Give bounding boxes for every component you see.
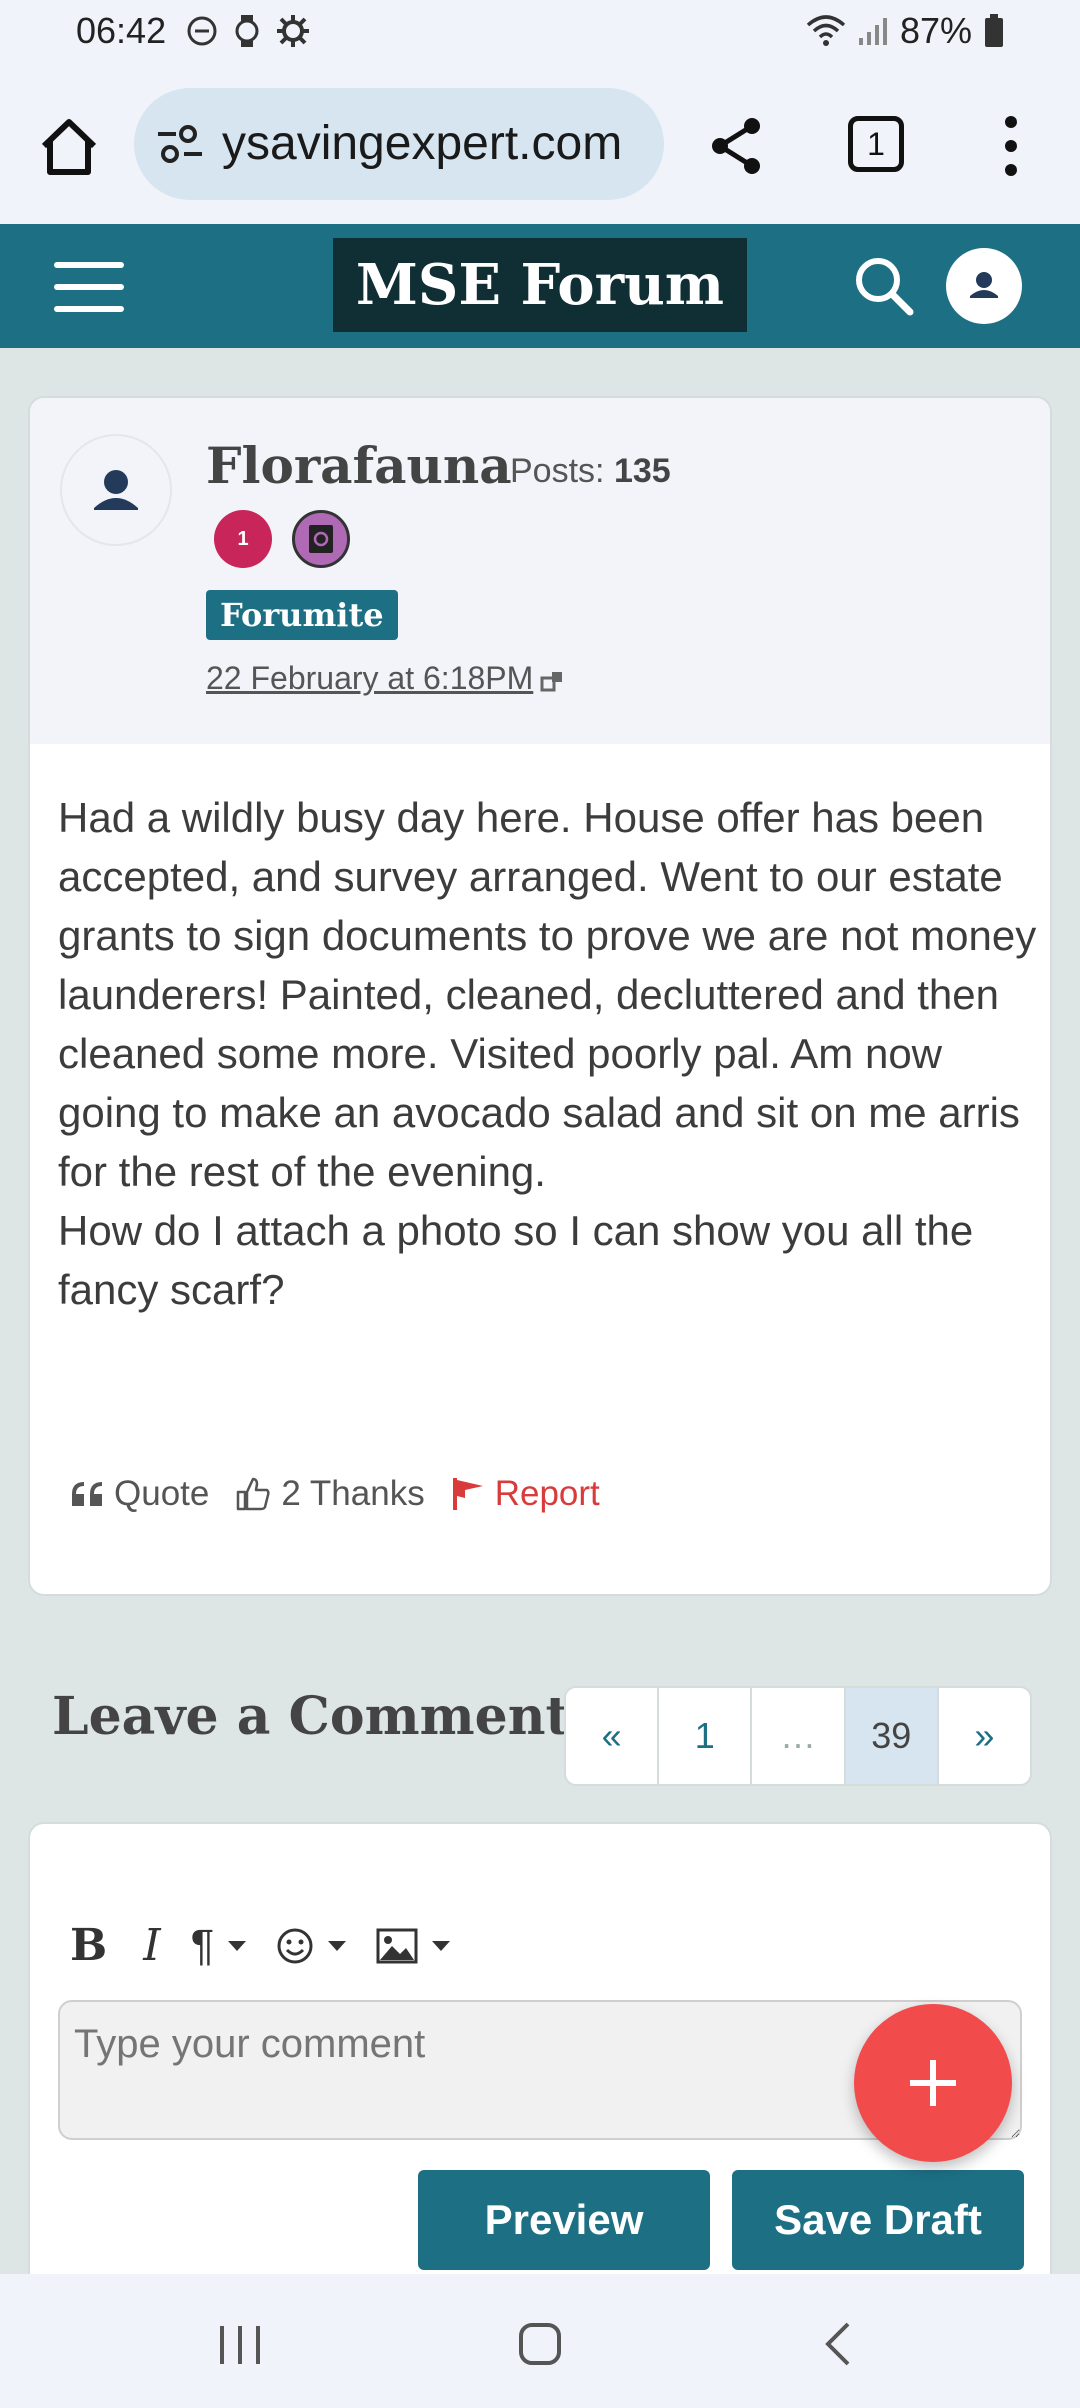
editor-toolbar: B I ¶ xyxy=(70,1920,451,1971)
post-actions: Quote 2 Thanks Report xyxy=(70,1474,600,1514)
rank-tag: Forumite xyxy=(206,590,398,640)
bold-button[interactable]: B xyxy=(70,1920,107,1971)
post-body: Had a wildly busy day here. House offer … xyxy=(58,788,1048,1319)
home-nav-icon[interactable] xyxy=(510,2314,570,2374)
battery-percent: 87% xyxy=(899,10,972,51)
pager-next[interactable]: » xyxy=(939,1688,1030,1784)
post-header: Florafauna Posts: 135 1 Forumite 22 Febr… xyxy=(30,398,1050,744)
user-icon xyxy=(970,272,998,298)
quote-icon xyxy=(72,1482,102,1506)
contact-book-badge-icon[interactable] xyxy=(292,510,350,568)
thanks-button[interactable]: 2 Thanks xyxy=(235,1474,425,1514)
forum-post: Florafauna Posts: 135 1 Forumite 22 Febr… xyxy=(28,396,1052,1596)
post-paragraph: How do I attach a photo so I can show yo… xyxy=(58,1207,974,1313)
chevron-down-icon xyxy=(432,1940,451,1951)
do-not-disturb-icon xyxy=(187,16,217,46)
post-paragraph: Had a wildly busy day here. House offer … xyxy=(58,794,1037,1195)
status-right: 87% xyxy=(806,10,1004,52)
home-icon[interactable] xyxy=(36,114,102,180)
post-date: 22 February at 6:18PM xyxy=(206,660,534,696)
more-menu-icon[interactable] xyxy=(996,114,1026,178)
chevron-down-icon xyxy=(228,1940,247,1951)
site-header: MSE Forum xyxy=(0,224,1080,348)
plus-icon xyxy=(910,2060,956,2106)
share-icon[interactable] xyxy=(706,116,766,176)
chevron-down-icon xyxy=(328,1940,347,1951)
preview-button[interactable]: Preview xyxy=(418,2170,710,2270)
pager-prev[interactable]: « xyxy=(566,1688,660,1784)
paragraph-icon: ¶ xyxy=(190,1920,215,1970)
thanks-label: 2 Thanks xyxy=(281,1474,425,1513)
save-draft-button[interactable]: Save Draft xyxy=(732,2170,1024,2270)
leave-comment-heading: Leave a Comment xyxy=(52,1686,570,1747)
quote-label: Quote xyxy=(114,1474,210,1513)
system-navigation-bar xyxy=(0,2274,1080,2408)
report-button[interactable]: Report xyxy=(451,1474,600,1514)
url-bar[interactable]: ysavingexpert.com xyxy=(134,88,664,200)
insert-image-button[interactable] xyxy=(376,1928,451,1964)
status-bar: 06:42 87% xyxy=(0,0,1080,64)
emoji-icon xyxy=(277,1928,313,1963)
emoji-button[interactable] xyxy=(276,1927,347,1965)
site-settings-icon[interactable] xyxy=(156,124,204,164)
permalink-icon xyxy=(540,671,563,692)
posts-label: Posts: xyxy=(510,452,605,490)
wifi-icon xyxy=(806,15,846,46)
status-notification-icons xyxy=(186,14,310,48)
tab-switcher-button[interactable]: 1 xyxy=(848,116,904,172)
pagination: « 1 … 39 » xyxy=(564,1686,1032,1786)
posts-count: 135 xyxy=(613,452,671,490)
user-account-button[interactable] xyxy=(946,248,1022,324)
quote-button[interactable]: Quote xyxy=(70,1474,209,1514)
watch-icon xyxy=(235,15,259,47)
status-time: 06:42 xyxy=(76,10,167,51)
pager-ellipsis: … xyxy=(752,1688,846,1784)
post-date-link[interactable]: 22 February at 6:18PM xyxy=(206,660,567,697)
hamburger-menu-icon[interactable] xyxy=(54,260,124,314)
pager-current-page[interactable]: 39 xyxy=(845,1688,939,1784)
url-text: ysavingexpert.com xyxy=(222,117,623,170)
report-label: Report xyxy=(494,1474,600,1513)
paragraph-format-button[interactable]: ¶ xyxy=(191,1921,247,1971)
achievement-badge[interactable]: 1 xyxy=(214,510,272,568)
author-post-count: Posts: 135 xyxy=(510,452,671,491)
pager-page-1[interactable]: 1 xyxy=(659,1688,753,1784)
back-icon[interactable] xyxy=(810,2314,870,2374)
battery-icon xyxy=(985,14,1003,47)
italic-button[interactable]: I xyxy=(143,1920,160,1971)
search-icon[interactable] xyxy=(852,254,916,318)
address-book-icon xyxy=(309,525,333,553)
author-name[interactable]: Florafauna xyxy=(206,436,512,495)
site-logo[interactable]: MSE Forum xyxy=(333,238,747,332)
browser-toolbar: ysavingexpert.com 1 xyxy=(0,64,1080,224)
settings-gear-icon xyxy=(277,15,309,47)
user-icon xyxy=(94,470,138,510)
signal-icon xyxy=(858,18,887,45)
image-icon xyxy=(376,1928,418,1963)
flag-icon xyxy=(452,1478,483,1510)
recent-apps-icon[interactable] xyxy=(210,2314,270,2374)
author-avatar[interactable] xyxy=(60,434,172,546)
new-post-fab[interactable] xyxy=(854,2004,1012,2162)
thumbs-up-icon xyxy=(237,1477,270,1511)
